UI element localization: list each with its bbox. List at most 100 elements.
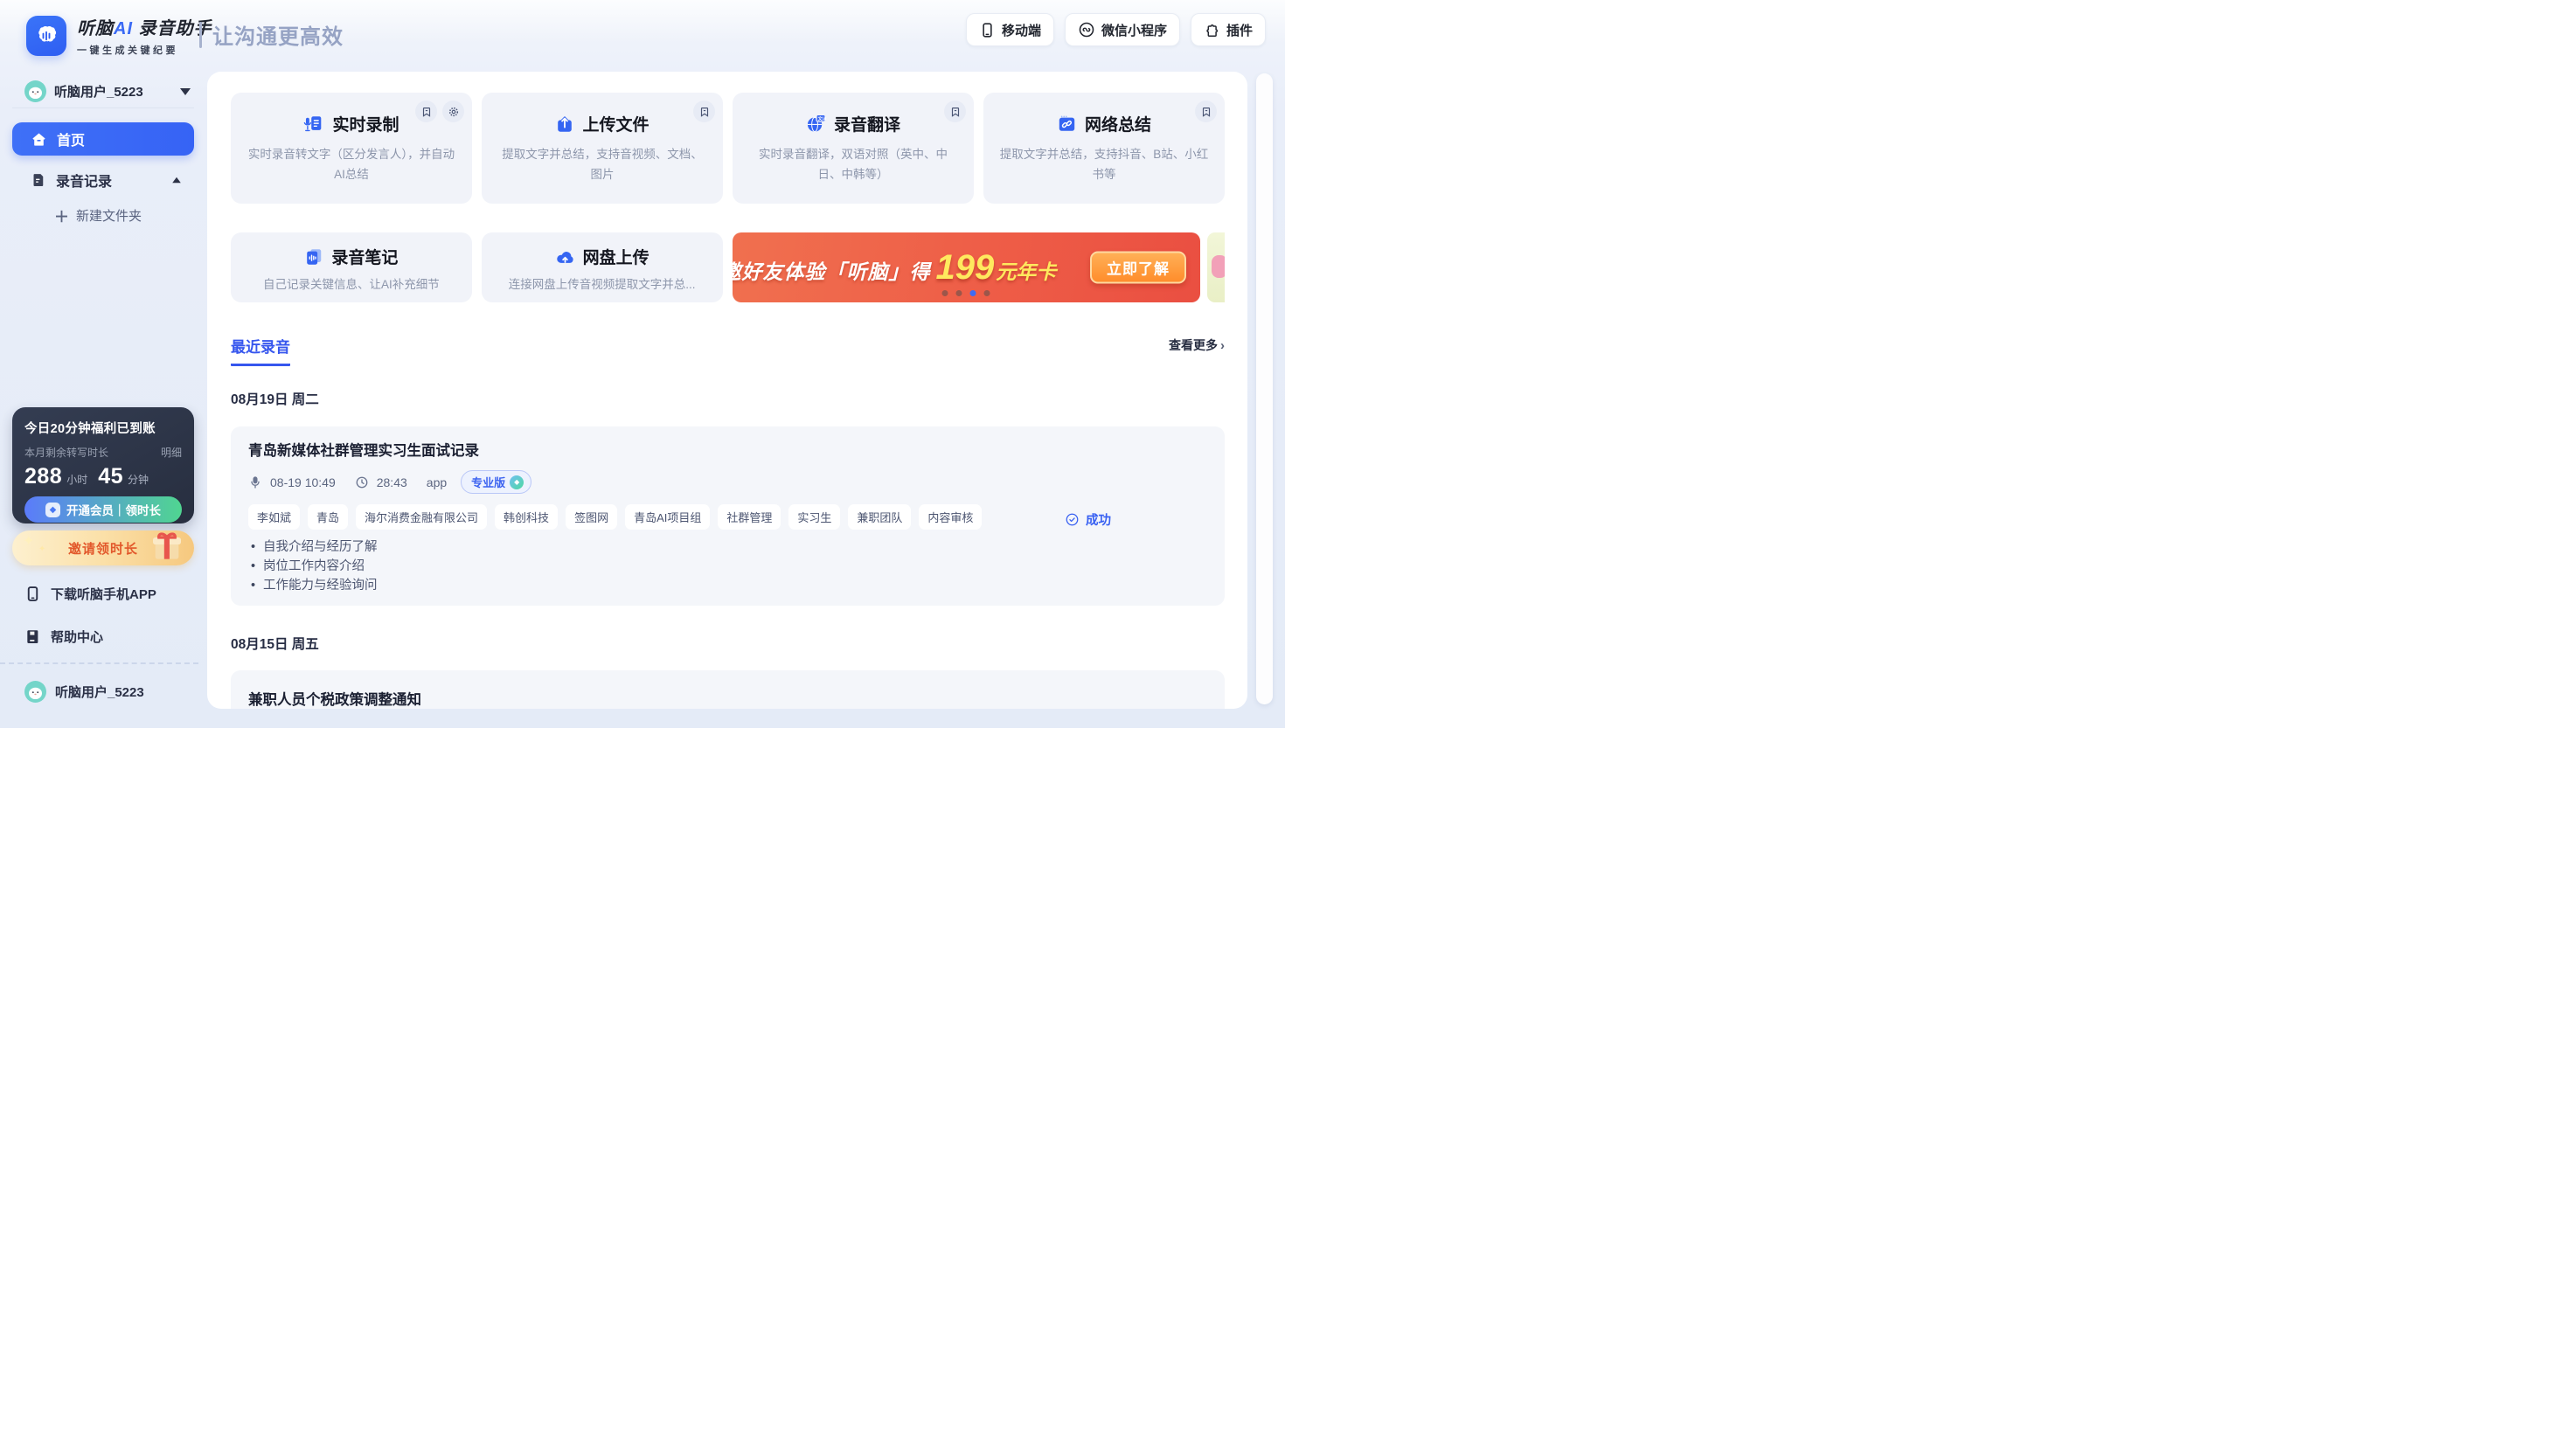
star-icon: ✦ bbox=[38, 544, 46, 554]
feature-desc: 提取文字并总结，支持音视频、文档、图片 bbox=[502, 148, 703, 181]
quota-values: 288 小时 45 分钟 bbox=[24, 464, 182, 489]
feature-title: 实时录制 bbox=[332, 116, 399, 135]
mobile-app-button[interactable]: 移动端 bbox=[965, 13, 1054, 46]
cloud-upload-icon bbox=[555, 247, 575, 267]
brain-logo-icon bbox=[33, 23, 59, 49]
recording-source: app bbox=[426, 475, 448, 489]
sidebar-user-menu[interactable]: 听脑用户_5223 bbox=[24, 80, 191, 102]
web-link-icon bbox=[1057, 114, 1077, 134]
phone-icon bbox=[24, 586, 41, 602]
phone-icon bbox=[979, 22, 996, 38]
quota-card: 今日20分钟福利已到账 本月剩余转写时长 明细 288 小时 45 分钟 ◆ 开… bbox=[12, 407, 194, 523]
tag: 青岛 bbox=[308, 504, 349, 530]
upload-icon bbox=[555, 114, 574, 134]
next-carousel-slide-peek[interactable] bbox=[1207, 232, 1225, 302]
user-avatar bbox=[24, 80, 46, 102]
chevron-right-icon: › bbox=[1220, 337, 1225, 353]
main-panel: 实时录制 实时录音转文字（区分发言人），并自动AI总结 上传文件 提取文字并总结… bbox=[207, 72, 1247, 709]
tag: 社群管理 bbox=[718, 504, 781, 530]
sidebar-item-records[interactable]: 录音记录 bbox=[12, 168, 194, 192]
promo-banner[interactable]: 邀好友体验「听脑」得 199 元年卡 立即了解 bbox=[732, 232, 1201, 302]
date-group-header: 08月19日 周二 bbox=[231, 392, 319, 407]
chevron-up-icon[interactable] bbox=[172, 177, 181, 184]
chevron-down-icon bbox=[180, 87, 191, 95]
feature-card-realtime-record[interactable]: 实时录制 实时录音转文字（区分发言人），并自动AI总结 bbox=[231, 93, 472, 204]
sidebar-item-home-label: 首页 bbox=[57, 134, 86, 149]
recording-title: 青岛新媒体社群管理实习生面试记录 bbox=[248, 443, 479, 459]
sidebar-item-home[interactable]: 首页 bbox=[12, 122, 194, 156]
logo-subtitle: 一键生成关键纪要 bbox=[77, 45, 178, 56]
vip-cta-button[interactable]: ◆ 开通会员｜领时长 bbox=[24, 496, 182, 523]
quota-detail-link[interactable]: 明细 bbox=[161, 445, 182, 460]
recording-duration: 28:43 bbox=[376, 475, 407, 489]
recording-summary-bullets: 自我介绍与经历了解 岗位工作内容介绍 工作能力与经验询问 bbox=[248, 537, 1207, 595]
feature-desc: 实时录音转文字（区分发言人），并自动AI总结 bbox=[247, 148, 455, 181]
translate-icon: 文/A bbox=[806, 114, 826, 134]
scrollbar[interactable] bbox=[1256, 73, 1273, 704]
plugin-button[interactable]: 插件 bbox=[1190, 13, 1266, 46]
feature-desc: 实时录音翻译，双语对照（英中、中日、中韩等） bbox=[759, 148, 948, 181]
recording-card[interactable]: 青岛新媒体社群管理实习生面试记录 08-19 10:49 28:43 app 专… bbox=[231, 426, 1225, 606]
quota-mins-unit: 分钟 bbox=[128, 474, 149, 486]
sidebar-divider bbox=[12, 107, 194, 108]
carousel-dot[interactable] bbox=[955, 290, 962, 296]
promo-cta-label: 立即了解 bbox=[1107, 260, 1170, 278]
sidebar-dashed-divider bbox=[0, 662, 198, 664]
feature-card-web-summary[interactable]: 网络总结 提取文字并总结，支持抖音、B站、小红书等 bbox=[983, 93, 1225, 204]
help-center-label: 帮助中心 bbox=[51, 630, 104, 645]
diamond-icon: ◆ bbox=[510, 475, 524, 489]
sidebar-footer-user-name: 听脑用户_5223 bbox=[55, 685, 144, 700]
pro-version-badge: 专业版 ◆ bbox=[461, 470, 532, 494]
feature-row-1: 实时录制 实时录音转文字（区分发言人），并自动AI总结 上传文件 提取文字并总结… bbox=[231, 93, 1225, 204]
new-folder-button[interactable]: ＋ 新建文件夹 bbox=[54, 205, 142, 226]
vip-cta-label: 开通会员｜领时长 bbox=[66, 504, 161, 517]
feature-title: 录音笔记 bbox=[331, 249, 399, 267]
feature-card-record-translate[interactable]: 文/A 录音翻译 实时录音翻译，双语对照（英中、中日、中韩等） bbox=[733, 93, 974, 204]
bookmark-icon[interactable] bbox=[693, 101, 715, 122]
mic-icon bbox=[248, 475, 262, 489]
view-more-link[interactable]: 查看更多 › bbox=[1169, 336, 1225, 354]
plugin-icon bbox=[1204, 22, 1220, 38]
sidebar-user-name: 听脑用户_5223 bbox=[54, 85, 143, 100]
quota-remain-label: 本月剩余转写时长 bbox=[24, 447, 109, 459]
logo-text: 听脑AI 录音助手 一键生成关键纪要 bbox=[77, 14, 212, 57]
tag: 实习生 bbox=[788, 504, 841, 530]
sidebar-footer-user[interactable]: 听脑用户_5223 bbox=[24, 681, 144, 703]
wechat-miniprogram-button[interactable]: 微信小程序 bbox=[1064, 13, 1180, 46]
summary-bullet: 自我介绍与经历了解 bbox=[248, 537, 1207, 557]
help-center-link[interactable]: 帮助中心 bbox=[24, 627, 103, 646]
carousel-dot-active[interactable] bbox=[969, 290, 976, 296]
summary-bullet: 岗位工作内容介绍 bbox=[248, 557, 1207, 576]
recording-card[interactable]: 兼职人员个税政策调整通知 08-15 16:00 01:23:40 app 专业… bbox=[231, 670, 1225, 709]
tab-recent-recordings[interactable]: 最近录音 bbox=[231, 335, 290, 366]
bookmark-icon[interactable] bbox=[944, 101, 966, 122]
tagline-divider bbox=[199, 21, 202, 48]
user-avatar bbox=[24, 681, 46, 703]
feature-desc: 连接网盘上传音视频提取文字并总... bbox=[508, 278, 696, 291]
bookmark-icon[interactable] bbox=[1195, 101, 1217, 122]
carousel-dot[interactable] bbox=[983, 290, 990, 296]
tag: 兼职团队 bbox=[848, 504, 912, 530]
sidebar-item-records-label: 录音记录 bbox=[56, 175, 113, 190]
promo-suffix: 元年卡 bbox=[996, 260, 1057, 283]
download-app-link[interactable]: 下载听脑手机APP bbox=[24, 585, 156, 603]
promo-prefix: 邀好友体验「听脑」得 bbox=[732, 260, 931, 283]
tag: 海尔消费金融有限公司 bbox=[356, 504, 488, 530]
tagline-wrap: 让沟通更高效 bbox=[199, 19, 344, 50]
feature-title: 网络总结 bbox=[1084, 116, 1151, 135]
wechat-miniprogram-label: 微信小程序 bbox=[1101, 23, 1167, 38]
app-root: 听脑AI 录音助手 一键生成关键纪要 让沟通更高效 移动端 微信小程序 插件 听… bbox=[0, 0, 1285, 728]
feature-card-voice-note[interactable]: 录音笔记 自己记录关键信息、让AI补充细节 bbox=[231, 232, 472, 302]
bookmark-icon[interactable] bbox=[415, 101, 437, 122]
gear-icon[interactable] bbox=[442, 101, 464, 122]
invite-banner[interactable]: ✦ ✦ 邀请领时长 bbox=[12, 530, 194, 565]
app-logo bbox=[26, 16, 66, 56]
summary-bullet: 工作能力与经验询问 bbox=[248, 576, 1207, 595]
promo-cta-button[interactable]: 立即了解 bbox=[1090, 251, 1187, 284]
feature-card-cloud-upload[interactable]: 网盘上传 连接网盘上传音视频提取文字并总... bbox=[481, 232, 723, 302]
carousel-dot[interactable] bbox=[941, 290, 948, 296]
new-folder-label: 新建文件夹 bbox=[76, 209, 142, 224]
top-header: 听脑AI 录音助手 一键生成关键纪要 让沟通更高效 移动端 微信小程序 插件 bbox=[0, 0, 1285, 72]
feature-card-upload-file[interactable]: 上传文件 提取文字并总结，支持音视频、文档、图片 bbox=[482, 93, 723, 204]
carousel-dots bbox=[941, 290, 990, 296]
